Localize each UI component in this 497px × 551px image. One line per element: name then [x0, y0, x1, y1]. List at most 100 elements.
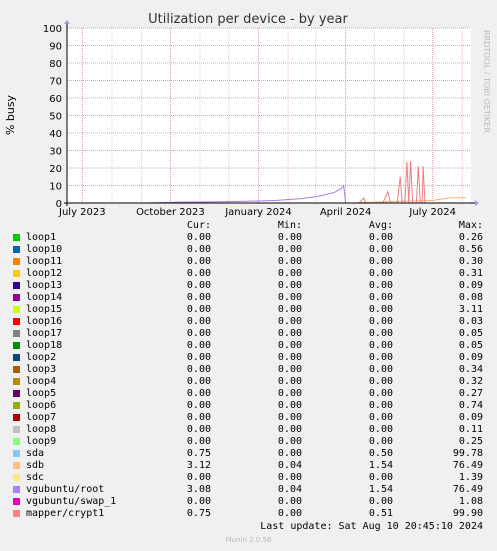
- legend-min: 0.00: [277, 244, 302, 255]
- legend-label: loop12: [26, 268, 63, 279]
- legend-cur: 0.00: [186, 280, 211, 291]
- legend-max: 1.08: [458, 496, 483, 507]
- legend-row: loop5 0.00 0.00 0.00 0.27: [0, 388, 497, 400]
- legend-row: vgubuntu/swap_1 0.00 0.00 0.00 1.08: [0, 496, 497, 508]
- y-tick-label: 10: [49, 182, 62, 193]
- legend-avg: 0.00: [368, 316, 393, 327]
- y-tick-label: 20: [49, 164, 62, 175]
- legend-label: loop13: [26, 280, 63, 291]
- legend-cur: 0.00: [186, 496, 211, 507]
- legend-swatch: [13, 270, 20, 277]
- legend-cur: 0.75: [186, 508, 211, 519]
- legend-min: 0.00: [277, 268, 302, 279]
- legend-cur: 0.00: [186, 292, 211, 303]
- legend-row: loop8 0.00 0.00 0.00 0.11: [0, 424, 497, 436]
- legend-max: 1.39: [458, 472, 483, 483]
- legend-max: 0.32: [458, 376, 483, 387]
- legend-cur: 0.00: [186, 328, 211, 339]
- legend-min: 0.00: [277, 256, 302, 267]
- legend-avg: 0.00: [368, 268, 393, 279]
- legend-row: loop16 0.00 0.00 0.00 0.03: [0, 316, 497, 328]
- legend-min: 0.00: [277, 316, 302, 327]
- legend-max: 0.09: [458, 280, 483, 291]
- legend-avg: 0.00: [368, 412, 393, 423]
- legend-swatch: [13, 366, 20, 373]
- y-tick-label: 70: [49, 77, 62, 88]
- y-tick-label: 80: [49, 59, 62, 70]
- legend-max: 0.30: [458, 256, 483, 267]
- legend-max: 76.49: [452, 484, 483, 495]
- legend-avg: 0.00: [368, 340, 393, 351]
- legend-min: 0.00: [277, 280, 302, 291]
- legend-max: 76.49: [452, 460, 483, 471]
- legend-row: loop6 0.00 0.00 0.00 0.74: [0, 400, 497, 412]
- legend-row: loop4 0.00 0.00 0.00 0.32: [0, 376, 497, 388]
- legend-label: loop3: [26, 364, 57, 375]
- legend-cur: 0.00: [186, 388, 211, 399]
- legend-swatch: [13, 510, 20, 517]
- legend-cur: 0.00: [186, 340, 211, 351]
- chart-title: Utilization per device - by year: [148, 12, 348, 27]
- legend-label: loop7: [26, 412, 57, 423]
- y-tick-label: 50: [49, 112, 62, 123]
- legend-avg: 0.00: [368, 280, 393, 291]
- x-tick-label: July 2023: [58, 207, 106, 218]
- legend-swatch: [13, 390, 20, 397]
- legend-row: sdc 0.00 0.00 0.00 1.39: [0, 472, 497, 484]
- rrdtool-credit: RRDTOOL / TOBI OETIKER: [482, 30, 491, 133]
- legend: Cur: Min: Avg: Max: loop1 0.00 0.00 0.00 0.2…: [0, 220, 497, 520]
- legend-max: 0.25: [458, 436, 483, 447]
- legend-label: loop17: [26, 328, 63, 339]
- legend-min: 0.04: [277, 460, 302, 471]
- legend-label: loop16: [26, 316, 63, 327]
- legend-swatch: [13, 462, 20, 469]
- legend-max: 99.78: [452, 448, 483, 459]
- legend-row: loop11 0.00 0.00 0.00 0.30: [0, 256, 497, 268]
- legend-min: 0.00: [277, 292, 302, 303]
- legend-avg: 0.00: [368, 328, 393, 339]
- legend-avg: 0.00: [368, 436, 393, 447]
- legend-min: 0.00: [277, 472, 302, 483]
- last-update: Last update: Sat Aug 10 20:45:10 2024: [260, 521, 483, 532]
- legend-max: 0.26: [458, 232, 483, 243]
- legend-max: 0.74: [458, 400, 483, 411]
- legend-avg: 0.00: [368, 232, 393, 243]
- legend-cur: 0.00: [186, 268, 211, 279]
- legend-cur: 0.00: [186, 232, 211, 243]
- legend-row: loop1 0.00 0.00 0.00 0.26: [0, 232, 497, 244]
- legend-max: 99.90: [452, 508, 483, 519]
- legend-swatch: [13, 234, 20, 241]
- legend-row: loop10 0.00 0.00 0.00 0.56: [0, 244, 497, 256]
- legend-swatch: [13, 450, 20, 457]
- legend-label: loop1: [26, 232, 57, 243]
- legend-max: 0.09: [458, 352, 483, 363]
- legend-avg: 0.00: [368, 244, 393, 255]
- legend-cur: 3.08: [186, 484, 211, 495]
- legend-row: loop14 0.00 0.00 0.00 0.08: [0, 292, 497, 304]
- legend-max: 0.34: [458, 364, 483, 375]
- y-tick-label: 40: [49, 129, 62, 140]
- legend-label: loop6: [26, 400, 57, 411]
- legend-cur: 0.00: [186, 424, 211, 435]
- header-avg: Avg:: [368, 220, 393, 231]
- legend-cur: 0.00: [186, 256, 211, 267]
- legend-swatch: [13, 438, 20, 445]
- legend-row: loop18 0.00 0.00 0.00 0.05: [0, 340, 497, 352]
- legend-header: Cur: Min: Avg: Max:: [0, 220, 497, 232]
- legend-cur: 0.00: [186, 364, 211, 375]
- legend-min: 0.00: [277, 388, 302, 399]
- legend-cur: 0.75: [186, 448, 211, 459]
- legend-swatch: [13, 294, 20, 301]
- legend-min: 0.00: [277, 424, 302, 435]
- legend-label: loop11: [26, 256, 63, 267]
- legend-label: loop2: [26, 352, 57, 363]
- legend-swatch: [13, 486, 20, 493]
- legend-avg: 0.00: [368, 472, 393, 483]
- legend-row: loop3 0.00 0.00 0.00 0.34: [0, 364, 497, 376]
- legend-label: loop10: [26, 244, 63, 255]
- legend-swatch: [13, 378, 20, 385]
- y-axis-label: % busy: [4, 94, 17, 135]
- legend-label: loop8: [26, 424, 57, 435]
- legend-label: sdc: [26, 472, 45, 483]
- legend-row: loop17 0.00 0.00 0.00 0.05: [0, 328, 497, 340]
